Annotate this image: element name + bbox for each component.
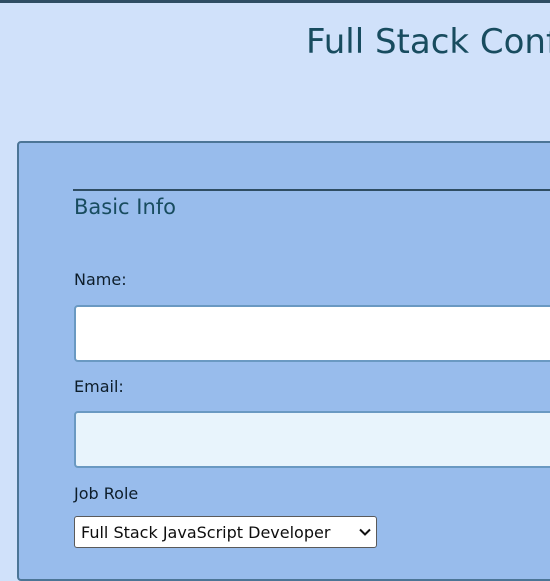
basic-info-legend: Basic Info bbox=[74, 195, 177, 219]
page-title: Full Stack Conf bbox=[306, 22, 550, 62]
email-label: Email: bbox=[74, 377, 124, 396]
top-border bbox=[0, 0, 550, 3]
job-role-selected-value: Full Stack JavaScript Developer bbox=[81, 522, 331, 542]
chevron-down-icon bbox=[358, 525, 372, 539]
name-label: Name: bbox=[74, 270, 127, 289]
email-input[interactable] bbox=[74, 411, 550, 468]
fieldset-divider bbox=[73, 189, 550, 191]
job-role-label: Job Role bbox=[74, 484, 139, 503]
name-input[interactable] bbox=[74, 305, 550, 362]
job-role-select[interactable]: Full Stack JavaScript Developer bbox=[74, 516, 377, 548]
